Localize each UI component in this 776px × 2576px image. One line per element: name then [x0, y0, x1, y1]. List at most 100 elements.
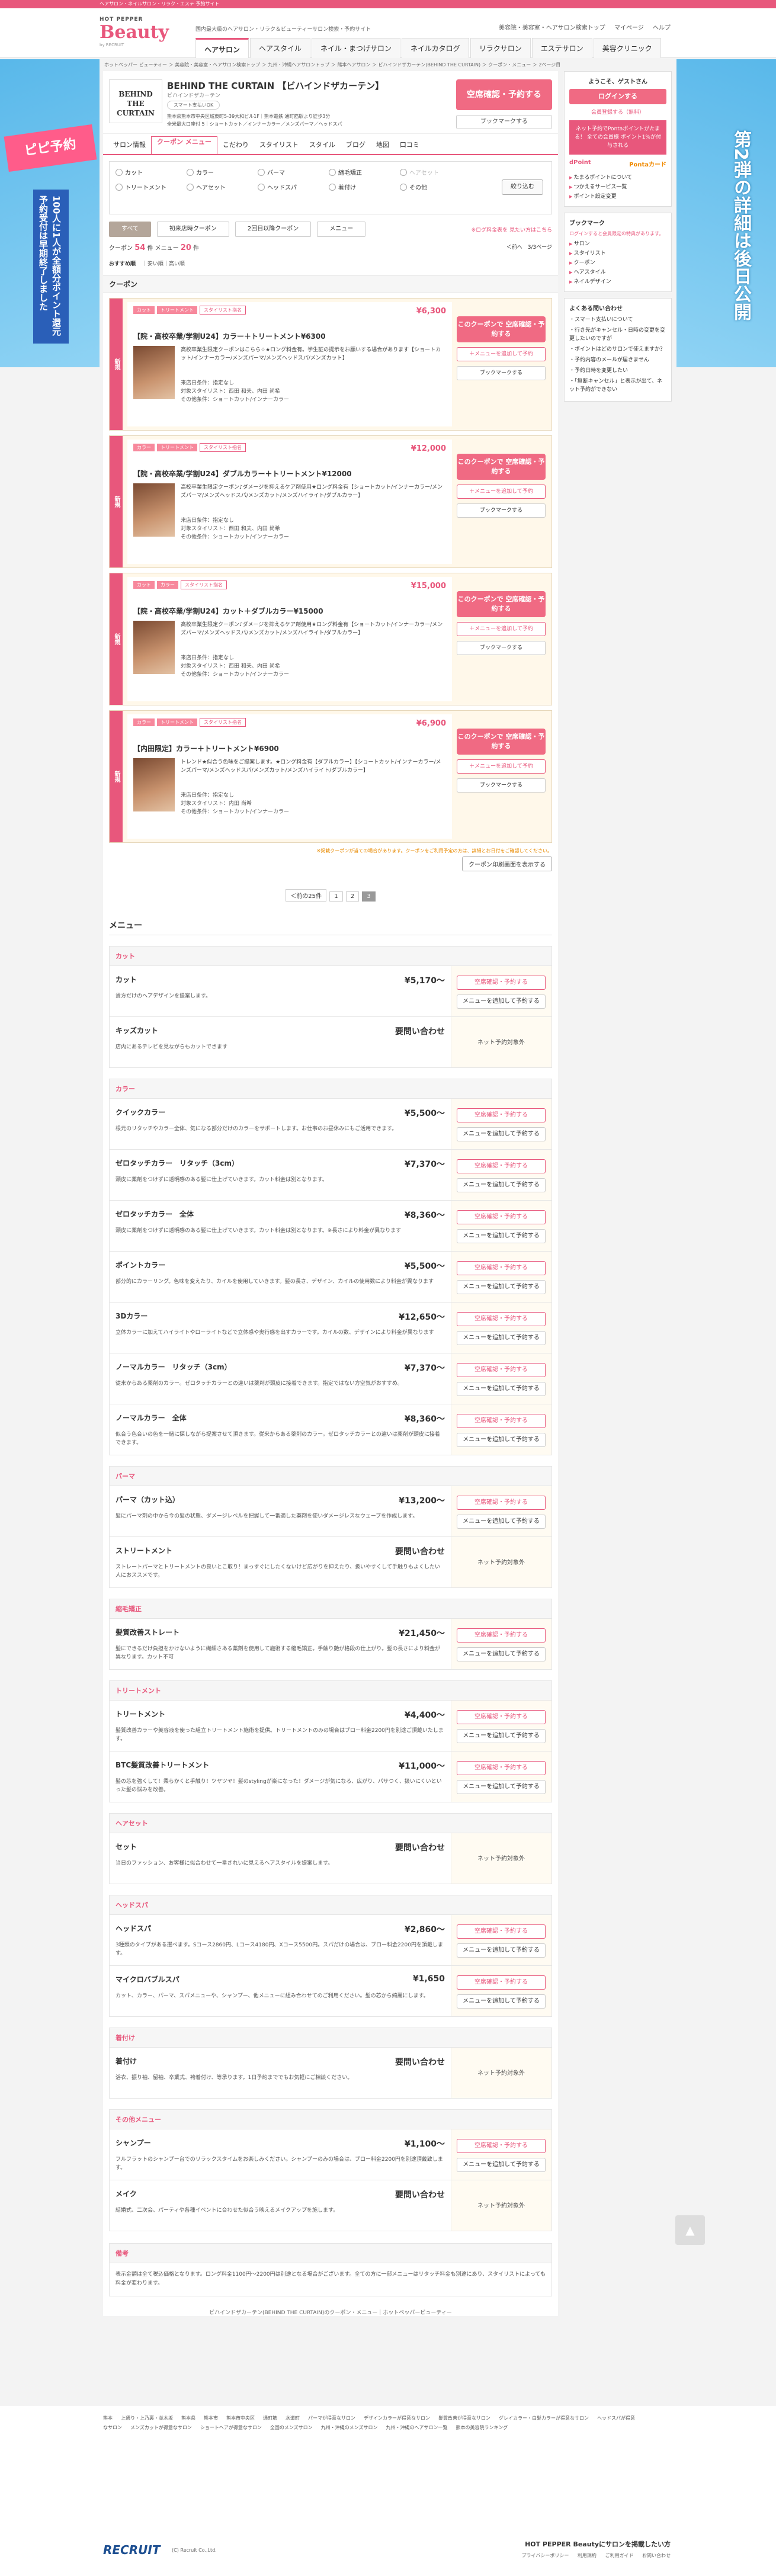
faq-link[interactable]: ポイントはどのサロンで使えますか？ — [569, 345, 666, 354]
menu-reserve-button[interactable]: 空席確認・予約する — [457, 2139, 546, 2153]
menu-reserve-button[interactable]: 空席確認・予約する — [457, 1363, 546, 1377]
footer-bottom-link[interactable]: お問い合わせ — [642, 2553, 671, 2558]
breadcrumb-item[interactable]: ホットペッパー ビューティー — [104, 62, 175, 68]
point-link[interactable]: たまるポイントについて — [569, 173, 666, 182]
filter-radio[interactable]: トリートメント — [116, 182, 187, 191]
register-link[interactable]: 会員登録する（無料） — [569, 108, 666, 116]
menu-add-button[interactable]: メニューを追加して予約する — [457, 1280, 546, 1294]
menu-add-button[interactable]: メニューを追加して予約する — [457, 1515, 546, 1529]
filter-radio[interactable]: カット — [116, 168, 187, 177]
menu-add-button[interactable]: メニューを追加して予約する — [457, 1127, 546, 1141]
nav-tab-nail[interactable]: ネイル・まつげサロン — [312, 38, 401, 58]
footer-link[interactable]: 熊本の美容院ランキング — [456, 2425, 508, 2430]
footer-link[interactable]: グレイカラー・白髪カラーが得意なサロン — [499, 2415, 589, 2421]
menu-reserve-button[interactable]: 空席確認・予約する — [457, 1159, 546, 1173]
coupon-print-button[interactable]: クーポン印刷画面を表示する — [462, 856, 552, 871]
listing-cta[interactable]: HOT PEPPER Beautyにサロンを掲載したい方 — [525, 2539, 671, 2549]
menu-add-button[interactable]: メニューを追加して予約する — [457, 1780, 546, 1794]
filter-radio[interactable]: パーマ — [258, 168, 329, 177]
footer-link[interactable]: 熊本 — [103, 2415, 113, 2421]
footer-bottom-link[interactable]: ご利用ガイド — [605, 2553, 633, 2558]
tab-salon-info[interactable]: サロン情報 — [108, 136, 151, 154]
menu-reserve-button[interactable]: 空席確認・予約する — [457, 1975, 546, 1990]
menu-add-button[interactable]: メニューを追加して予約する — [457, 1331, 546, 1345]
tab-blog[interactable]: ブログ — [341, 136, 371, 154]
point-link[interactable]: ポイント設定変更 — [569, 192, 666, 201]
reserve-button[interactable]: 空席確認・予約する — [456, 79, 552, 110]
menu-reserve-button[interactable]: 空席確認・予約する — [457, 1924, 546, 1939]
bookmark-link[interactable]: サロン — [569, 239, 666, 249]
menu-add-button[interactable]: メニューを追加して予約する — [457, 1229, 546, 1243]
footer-link[interactable]: 熊本市 — [204, 2415, 218, 2421]
site-logo[interactable]: HOT PEPPER Beauty by RECRUIT — [100, 17, 177, 50]
tab-reviews[interactable]: 口コミ — [395, 136, 425, 154]
breadcrumb-item[interactable]: ビハインドザカーテン(BEHIND THE CURTAIN) — [378, 62, 488, 68]
menu-add-button[interactable]: メニューを追加して予約する — [457, 995, 546, 1009]
point-promo[interactable]: ネット予約でPontaポイントがたまる！ 全ての会員様 ポイント1%が付与される — [569, 120, 666, 155]
filter-radio[interactable]: ヘッドスパ — [258, 182, 329, 191]
menu-add-button[interactable]: メニューを追加して予約する — [457, 1647, 546, 1661]
footer-bottom-link[interactable]: プライバシーポリシー — [522, 2553, 569, 2558]
footer-link[interactable]: 通町筋 — [263, 2415, 277, 2421]
back-to-top-button[interactable]: ▲ — [675, 2215, 705, 2245]
breadcrumb-item[interactable]: クーポン・メニュー — [488, 62, 538, 68]
menu-reserve-button[interactable]: 空席確認・予約する — [457, 1414, 546, 1428]
point-link[interactable]: つかえるサービス一覧 — [569, 182, 666, 192]
menu-add-button[interactable]: メニューを追加して予約する — [457, 1994, 546, 2009]
nav-tab-esthe[interactable]: エステサロン — [531, 38, 592, 58]
top-pager[interactable]: ＜前へ 3/3ページ — [506, 243, 552, 251]
menu-reserve-button[interactable]: 空席確認・予約する — [457, 1761, 546, 1775]
filter-radio[interactable]: ヘアセット — [187, 182, 258, 191]
nav-tab-relax[interactable]: リラクサロン — [470, 38, 531, 58]
coupon-add-menu-button[interactable]: ＋メニューを追加して予約 — [457, 622, 546, 636]
page-2[interactable]: 2 — [345, 891, 360, 902]
filter-radio[interactable]: カラー — [187, 168, 258, 177]
menu-add-button[interactable]: メニューを追加して予約する — [457, 1943, 546, 1958]
long-price-link[interactable]: ※ログ料金表を 見たい方はこちら — [472, 226, 552, 233]
faq-link[interactable]: 予約日時を変更したい — [569, 367, 666, 375]
menu-add-button[interactable]: メニューを追加して予約する — [457, 1382, 546, 1396]
footer-link[interactable]: ショートヘアが得意なサロン — [200, 2425, 262, 2430]
coupon-add-menu-button[interactable]: ＋メニューを追加して予約 — [457, 485, 546, 499]
nav-tab-hairstyle[interactable]: ヘアスタイル — [250, 38, 311, 58]
login-button[interactable]: ログインする — [569, 89, 666, 104]
bookmark-link[interactable]: スタイリスト — [569, 249, 666, 258]
footer-link[interactable]: 水道町 — [286, 2415, 300, 2421]
menu-reserve-button[interactable]: 空席確認・予約する — [457, 1628, 546, 1643]
menu-add-button[interactable]: メニューを追加して予約する — [457, 1178, 546, 1192]
filter-radio[interactable]: 縮毛矯正 — [329, 168, 400, 177]
sort-links[interactable]: ｜安い順｜高い順 — [142, 261, 185, 267]
nav-tab-nailcatalog[interactable]: ネイルカタログ — [402, 38, 469, 58]
right-campaign-banner[interactable]: 第2弾の詳細は後日公開 — [676, 59, 776, 367]
salon-bookmark-button[interactable]: ブックマークする — [456, 115, 552, 129]
menu-reserve-button[interactable]: 空席確認・予約する — [457, 1710, 546, 1724]
coupon-reserve-button[interactable]: このクーポンで 空席確認・予約する — [457, 729, 546, 755]
footer-link[interactable]: 髪質改善が得意なサロン — [438, 2415, 490, 2421]
bookmark-link[interactable]: ネイルデザイン — [569, 277, 666, 287]
breadcrumb-item[interactable]: 熊本ヘアサロン — [337, 62, 378, 68]
recruit-logo[interactable]: RECRUIT — [103, 2543, 160, 2557]
filter-submit-button[interactable]: 絞り込む — [502, 179, 543, 195]
coupon-add-menu-button[interactable]: ＋メニューを追加して予約 — [457, 759, 546, 774]
coupon-reserve-button[interactable]: このクーポンで 空席確認・予約する — [457, 316, 546, 342]
tab-coupon-menu[interactable]: クーポン メニュー — [151, 136, 217, 154]
menu-reserve-button[interactable]: 空席確認・予約する — [457, 1210, 546, 1224]
footer-link[interactable]: 熊本県 — [181, 2415, 195, 2421]
tab-kodawari[interactable]: こだわり — [217, 136, 254, 154]
footer-link[interactable]: 九州・沖縄のヘアサロン一覧 — [386, 2425, 448, 2430]
coupon-tab-repeat[interactable]: 2回目以降クーポン — [235, 222, 312, 237]
footer-link[interactable]: 熊本市中央区 — [226, 2415, 255, 2421]
footer-link[interactable]: デザインカラーが得意なサロン — [364, 2415, 430, 2421]
nav-tab-hair[interactable]: ヘアサロン — [195, 38, 249, 58]
menu-reserve-button[interactable]: 空席確認・予約する — [457, 1312, 546, 1326]
footer-link[interactable]: 上通り・上乃裏・並木坂 — [121, 2415, 173, 2421]
coupon-tab-first[interactable]: 初来店時クーポン — [156, 222, 229, 237]
coupon-bookmark-button[interactable]: ブックマークする — [457, 641, 546, 655]
faq-link[interactable]: 「無断キャンセル」と表示が出て、ネット予約ができない — [569, 377, 666, 394]
coupon-bookmark-button[interactable]: ブックマークする — [457, 778, 546, 793]
header-link-help[interactable]: ヘルプ — [653, 25, 671, 31]
nav-tab-clinic[interactable]: 美容クリニック — [593, 38, 661, 58]
tab-stylist[interactable]: スタイリスト — [254, 136, 304, 154]
page-1[interactable]: 1 — [329, 891, 343, 902]
footer-bottom-link[interactable]: 利用規約 — [578, 2553, 597, 2558]
